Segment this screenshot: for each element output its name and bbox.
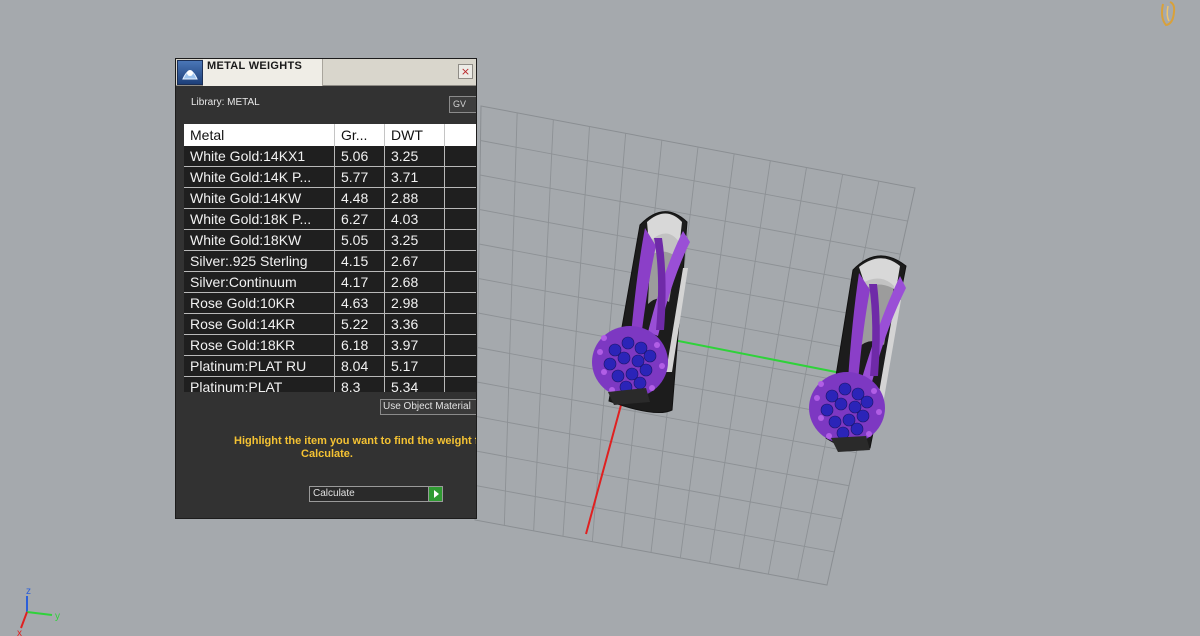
axis-x-label: x (17, 628, 22, 636)
cell-dwt: 2.88 (385, 188, 445, 209)
cell-extra (445, 314, 476, 335)
cell-extra (445, 188, 476, 209)
table-row[interactable]: Rose Gold:10KR 4.63 2.98 (184, 293, 476, 314)
cell-grams: 4.63 (335, 293, 385, 314)
column-header-dwt[interactable]: DWT (385, 124, 445, 146)
cell-metal: Silver:.925 Sterling (184, 251, 335, 272)
cell-metal: Rose Gold:14KR (184, 314, 335, 335)
column-header-grams[interactable]: Gr... (335, 124, 385, 146)
cell-grams: 4.48 (335, 188, 385, 209)
cell-grams: 8.04 (335, 356, 385, 377)
cell-metal: Rose Gold:10KR (184, 293, 335, 314)
cell-extra (445, 167, 476, 188)
cell-dwt: 2.98 (385, 293, 445, 314)
table-row[interactable]: Platinum:PLAT 8.3 5.34 (184, 377, 476, 392)
cell-extra (445, 377, 476, 392)
cell-grams: 5.77 (335, 167, 385, 188)
cell-dwt: 3.36 (385, 314, 445, 335)
cell-grams: 6.18 (335, 335, 385, 356)
calculate-button[interactable]: Calculate (309, 486, 443, 502)
axis-triad: z y x (17, 586, 60, 636)
cell-dwt: 4.03 (385, 209, 445, 230)
table-row[interactable]: Platinum:PLAT RU 8.04 5.17 (184, 356, 476, 377)
table-row[interactable]: White Gold:14K P... 5.77 3.71 (184, 167, 476, 188)
cell-dwt: 3.25 (385, 146, 445, 167)
ring-model-left (592, 211, 690, 414)
cell-grams: 4.15 (335, 251, 385, 272)
calculate-label: Calculate (313, 488, 355, 499)
cell-grams: 5.22 (335, 314, 385, 335)
rhino-app-icon (177, 60, 203, 85)
cell-extra (445, 251, 476, 272)
panel-title: METAL WEIGHTS (207, 60, 303, 72)
table-row[interactable]: White Gold:14KW 4.48 2.88 (184, 188, 476, 209)
instruction-line-2: Calculate. (301, 448, 353, 460)
cell-metal: Silver:Continuum (184, 272, 335, 293)
cell-extra (445, 146, 476, 167)
axis-y-label: y (55, 611, 60, 622)
table-row[interactable]: White Gold:14KX1 5.06 3.25 (184, 146, 476, 167)
metal-weights-panel: METAL WEIGHTS × Library: METAL GV Metal … (175, 58, 477, 519)
cell-metal: White Gold:18KW (184, 230, 335, 251)
cell-extra (445, 230, 476, 251)
axis-z-label: z (26, 586, 31, 597)
cell-extra (445, 335, 476, 356)
cell-grams: 8.3 (335, 377, 385, 392)
table-row[interactable]: Silver:.925 Sterling 4.15 2.67 (184, 251, 476, 272)
cell-grams: 4.17 (335, 272, 385, 293)
table-row[interactable]: Silver:Continuum 4.17 2.68 (184, 272, 476, 293)
metal-table[interactable]: Metal Gr... DWT White Gold:14KX1 5.06 3.25… (184, 124, 476, 392)
cell-dwt: 3.25 (385, 230, 445, 251)
use-object-material-button[interactable]: Use Object Material (380, 399, 476, 415)
table-row[interactable]: White Gold:18K P... 6.27 4.03 (184, 209, 476, 230)
cell-metal: White Gold:18K P... (184, 209, 335, 230)
cell-metal: White Gold:14KX1 (184, 146, 335, 167)
close-button[interactable]: × (458, 64, 473, 79)
cell-dwt: 2.67 (385, 251, 445, 272)
instruction-line-1: Highlight the item you want to find the … (234, 435, 477, 447)
cell-extra (445, 293, 476, 314)
cell-grams: 5.06 (335, 146, 385, 167)
cell-dwt: 3.97 (385, 335, 445, 356)
ring-logo-icon (1161, 1, 1176, 27)
table-row[interactable]: White Gold:18KW 5.05 3.25 (184, 230, 476, 251)
cell-metal: White Gold:14K P... (184, 167, 335, 188)
panel-titlebar[interactable]: METAL WEIGHTS × (176, 59, 476, 86)
cell-dwt: 5.17 (385, 356, 445, 377)
cell-dwt: 3.71 (385, 167, 445, 188)
cell-dwt: 5.34 (385, 377, 445, 392)
table-row[interactable]: Rose Gold:14KR 5.22 3.36 (184, 314, 476, 335)
library-code-field[interactable]: GV (449, 96, 476, 113)
cell-metal: Platinum:PLAT (184, 377, 335, 392)
play-triangle-icon[interactable] (428, 487, 442, 501)
cell-metal: Rose Gold:18KR (184, 335, 335, 356)
cell-extra (445, 356, 476, 377)
cell-grams: 6.27 (335, 209, 385, 230)
cell-extra (445, 209, 476, 230)
cell-metal: Platinum:PLAT RU (184, 356, 335, 377)
column-header-metal[interactable]: Metal (184, 124, 335, 146)
cell-grams: 5.05 (335, 230, 385, 251)
cell-dwt: 2.68 (385, 272, 445, 293)
table-row[interactable]: Rose Gold:18KR 6.18 3.97 (184, 335, 476, 356)
library-label: Library: METAL (191, 97, 260, 108)
column-header-extra[interactable] (445, 124, 476, 146)
instruction-text: Highlight the item you want to find the … (176, 435, 477, 461)
cell-metal: White Gold:14KW (184, 188, 335, 209)
ring-model-right (809, 255, 907, 452)
x-axis-line (585, 404, 622, 535)
cell-extra (445, 272, 476, 293)
